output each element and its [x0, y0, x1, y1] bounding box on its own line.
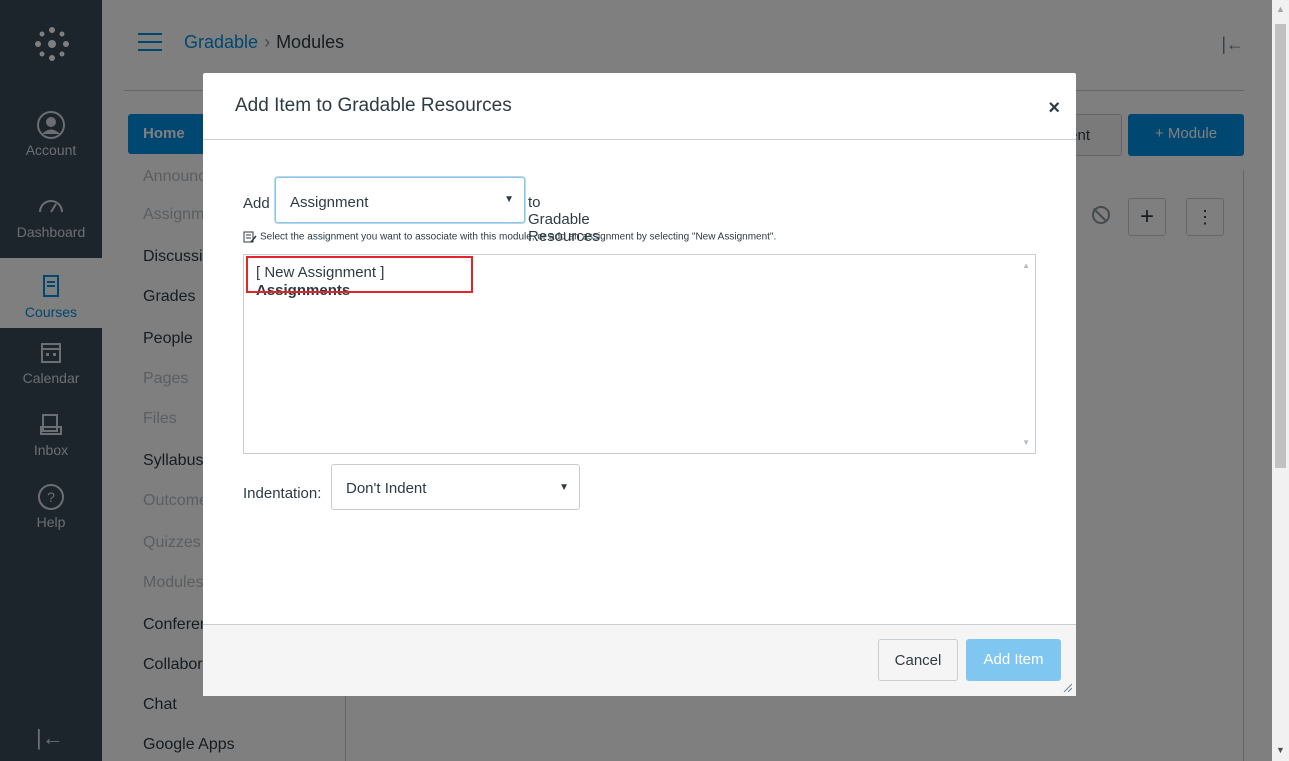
- chevron-down-icon: ▼: [559, 482, 569, 493]
- dialog-footer: Cancel Add Item: [203, 624, 1076, 696]
- hint-text-content: Select the assignment you want to associ…: [260, 231, 777, 243]
- highlight-box: [246, 256, 473, 293]
- indentation-label: Indentation:: [243, 485, 322, 502]
- close-icon[interactable]: ×: [1048, 97, 1060, 120]
- dialog-title: Add Item to Gradable Resources: [235, 95, 512, 116]
- listbox-scroll-up-icon[interactable]: ▲: [1022, 261, 1030, 270]
- scroll-up-arrow-icon[interactable]: ▲: [1276, 4, 1285, 14]
- scrollbar-thumb[interactable]: [1275, 24, 1286, 468]
- indentation-value: Don't Indent: [346, 480, 427, 497]
- indentation-select[interactable]: Don't Indent ▼: [331, 464, 580, 510]
- add-label: Add: [243, 195, 270, 212]
- cancel-button[interactable]: Cancel: [878, 639, 958, 681]
- item-type-select[interactable]: Assignment ▼: [275, 177, 525, 223]
- chevron-down-icon: ▼: [504, 194, 514, 205]
- dialog-header-divider: [203, 139, 1076, 140]
- resize-grip-icon[interactable]: [1062, 682, 1072, 692]
- scroll-down-arrow-icon[interactable]: ▼: [1276, 745, 1285, 755]
- add-item-dialog: Add Item to Gradable Resources × Add Ass…: [203, 73, 1076, 696]
- assignment-listbox[interactable]: [ New Assignment ] Assignments ▲ ▼: [243, 254, 1036, 454]
- hint-text: Select the assignment you want to associ…: [243, 231, 776, 243]
- add-item-button[interactable]: Add Item: [966, 639, 1061, 681]
- item-type-value: Assignment: [290, 194, 369, 211]
- edit-note-icon: [243, 231, 257, 243]
- listbox-scroll-down-icon[interactable]: ▼: [1022, 438, 1030, 447]
- page-scrollbar[interactable]: ▲ ▼: [1272, 0, 1289, 761]
